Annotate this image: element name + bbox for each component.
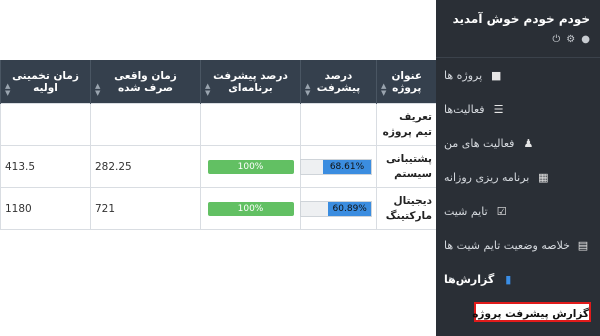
sidebar-item-label: تایم شیت [444,204,488,218]
sort-icon: ▲ ▼ [305,82,311,97]
sidebar-item-reports[interactable]: ▮ گزارش‌ها ⌄ [436,262,600,296]
actual-time-cell [90,103,201,146]
progress-cell: 60.89% [300,187,377,230]
progress-cell: 68.61% [300,145,377,188]
column-header-actual-time[interactable]: زمان واقعی صرف شده ▲ ▼ [90,60,201,104]
column-header-progress[interactable]: درصد پیشرفت ▲ ▼ [300,60,377,104]
project-title-cell: پشتیبانی سیستم [376,145,437,188]
sidebar-item-label: برنامه ریزی روزانه [444,170,530,184]
sidebar: خودم خودم خوش آمدید ⏻ ⚙ ● ■ پروژه ها ☰ فعا… [436,0,600,336]
progress-cell [300,103,377,146]
sidebar-menu: ■ پروژه ها ☰ فعالیت‌ها ♟ فعالیت های من ▦ برن… [436,58,600,296]
header-icons: ⏻ ⚙ ● [446,34,590,45]
cubes-icon: ■ [490,68,502,82]
estimated-time-cell: 1180 [0,187,91,230]
progress-bar-track: 68.61% [300,158,372,175]
progress-report-table: زمان تخمینی اولیه ▲ ▼ زمان واقعی صرف شده ▲ ▼… [0,60,437,230]
planned-progress-bar: 100% [207,159,294,174]
sidebar-item-timesheet[interactable]: ☑ تایم شیت [436,194,600,228]
table-icon: ▦ [538,170,549,184]
chevron-down-icon: ⌄ [448,273,456,283]
planned-progress-cell: 100% [200,187,301,230]
sidebar-item-daily-planning[interactable]: ▦ برنامه ریزی روزانه [436,160,600,194]
planned-progress-bar: 100% [207,201,294,216]
sidebar-item-my-activities[interactable]: ♟ فعالیت های من [436,126,600,160]
sort-icon: ▲ ▼ [205,82,211,97]
sort-icon: ▲ ▼ [381,82,387,97]
column-header-project-title[interactable]: عنوان پروژه ▲ ▼ [376,60,437,104]
table-row: 1180 721 100% 60.89% دیجیتال مارکتینگ [0,187,437,230]
sidebar-item-timesheet-summary[interactable]: ▤ خلاصه وضعیت تایم شیت ها [436,228,600,262]
user-tasks-icon: ♟ [523,136,534,150]
column-header-estimated-time[interactable]: زمان تخمینی اولیه ▲ ▼ [0,60,91,104]
sidebar-item-projects[interactable]: ■ پروژه ها [436,58,600,92]
sort-icon: ▲ ▼ [5,82,11,97]
progress-report-table-wrap: زمان تخمینی اولیه ▲ ▼ زمان واقعی صرف شده ▲ ▼… [0,60,437,230]
submenu-item-project-progress-report[interactable]: گزارش پیشرفت پروژه [472,302,591,322]
actual-time-cell: 282.25 [90,145,201,188]
sidebar-item-label: پروژه ها [444,68,483,82]
sidebar-item-label: خلاصه وضعیت تایم شیت ها [444,238,570,252]
progress-bar-fill: 68.61% [322,159,371,174]
summary-icon: ▤ [577,238,589,252]
sort-icon: ▲ ▼ [95,82,101,97]
estimated-time-cell [0,103,91,146]
sidebar-item-label: فعالیت‌ها [444,102,485,116]
column-header-planned-progress[interactable]: درصد پیشرفت برنامه‌ای ▲ ▼ [200,60,301,104]
actual-time-cell: 721 [90,187,201,230]
progress-bar-track: 60.89% [300,200,372,217]
table-row: 413.5 282.25 100% 68.61% پشتیبانی سیستم [0,145,437,188]
planned-progress-cell [200,103,301,146]
project-title-cell: تعریف تیم پروژه [376,103,437,146]
table-row: تعریف تیم پروژه [0,103,437,146]
reports-submenu: گزارش پیشرفت پروژه [436,296,600,336]
power-icon[interactable]: ⏻ [552,34,560,45]
sidebar-item-activities[interactable]: ☰ فعالیت‌ها [436,92,600,126]
gear-icon[interactable]: ⚙ [566,34,575,45]
user-icon[interactable]: ● [581,34,590,45]
sidebar-header: خودم خودم خوش آمدید ⏻ ⚙ ● [436,0,600,58]
progress-bar-fill: 60.89% [328,201,371,216]
sidebar-item-label: فعالیت های من [444,136,515,150]
welcome-text: خودم خودم خوش آمدید [452,12,590,26]
project-title-cell: دیجیتال مارکتینگ [376,187,437,230]
list-icon: ☰ [493,102,504,116]
calendar-check-icon: ☑ [496,204,507,218]
estimated-time-cell: 413.5 [0,145,91,188]
planned-progress-cell: 100% [200,145,301,188]
file-icon: ▮ [505,272,512,286]
